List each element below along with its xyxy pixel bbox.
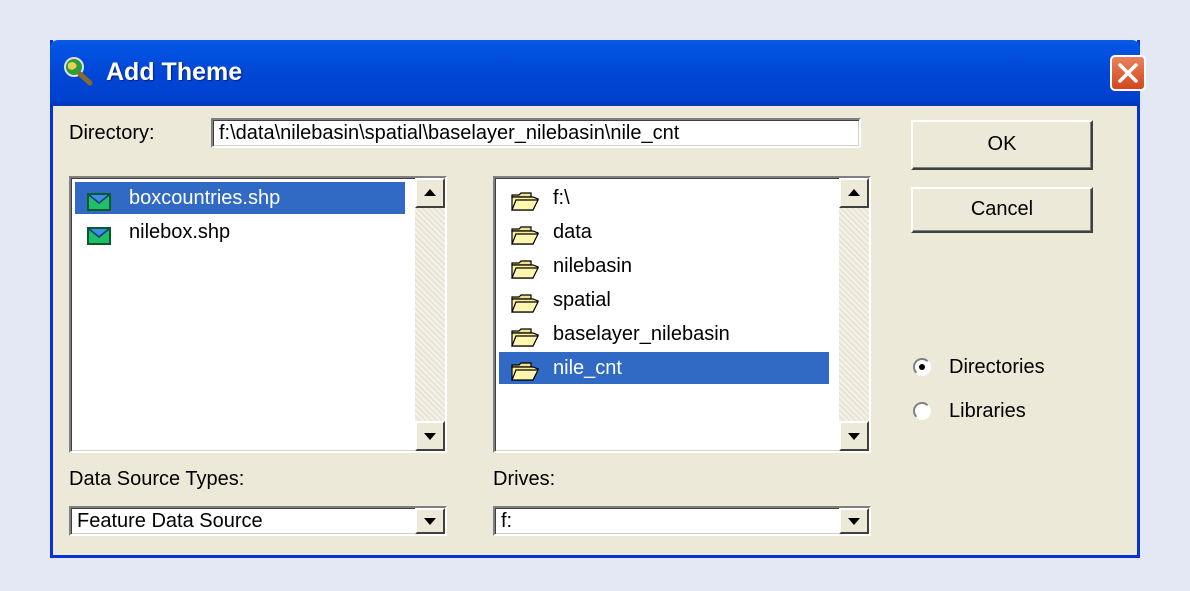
- scroll-down-button[interactable]: [415, 421, 445, 451]
- folder-list[interactable]: f:\ data nilebasin spatial baselayer_nil…: [493, 176, 871, 453]
- title-bar[interactable]: Add Theme: [50, 40, 1146, 106]
- drives-select[interactable]: f:: [493, 506, 871, 536]
- drives-value: f:: [501, 510, 513, 532]
- data-source-types-select[interactable]: Feature Data Source: [69, 506, 447, 536]
- file-item-label: nilebox.shp: [129, 221, 231, 243]
- cancel-button[interactable]: Cancel: [911, 187, 1093, 233]
- data-source-types-label: Data Source Types:: [69, 468, 245, 490]
- scroll-down-button[interactable]: [839, 421, 869, 451]
- directories-radio[interactable]: [913, 358, 931, 376]
- file-list-scrollbar[interactable]: [415, 178, 445, 451]
- libraries-label[interactable]: Libraries: [949, 400, 1026, 423]
- folder-list-scrollbar[interactable]: [839, 178, 869, 451]
- folder-item-data[interactable]: data: [499, 216, 829, 248]
- file-list[interactable]: boxcountries.shp nilebox.shp: [69, 176, 447, 453]
- shapefile-icon: [87, 223, 111, 255]
- directory-label: Directory:: [69, 122, 155, 144]
- add-theme-dialog: Add Theme Directory: f:\data\nilebasin\s…: [50, 40, 1146, 558]
- folder-item-label: nilebasin: [553, 255, 632, 277]
- dropdown-button[interactable]: [839, 508, 869, 534]
- folder-item-nilebasin[interactable]: nilebasin: [499, 250, 829, 282]
- file-item-boxcountries[interactable]: boxcountries.shp: [75, 182, 405, 214]
- folder-item-spatial[interactable]: spatial: [499, 284, 829, 316]
- dialog-title: Add Theme: [106, 58, 243, 86]
- scroll-up-button[interactable]: [415, 178, 445, 208]
- folder-item-label: data: [553, 221, 592, 243]
- ok-button[interactable]: OK: [911, 120, 1093, 170]
- folder-item-label: spatial: [553, 289, 611, 311]
- dropdown-button[interactable]: [415, 508, 445, 534]
- radio-selected-dot: [919, 364, 925, 370]
- folder-item-nile-cnt[interactable]: nile_cnt: [499, 352, 829, 384]
- drives-label: Drives:: [493, 468, 556, 490]
- folder-item-root[interactable]: f:\: [499, 182, 829, 214]
- file-item-nilebox[interactable]: nilebox.shp: [75, 216, 405, 248]
- directory-field[interactable]: f:\data\nilebasin\spatial\baselayer_nile…: [211, 118, 861, 148]
- magnifier-globe-icon: [62, 56, 94, 86]
- folder-item-label: nile_cnt: [553, 357, 622, 379]
- data-source-types-value: Feature Data Source: [77, 510, 263, 532]
- file-item-label: boxcountries.shp: [129, 187, 281, 209]
- scroll-up-button[interactable]: [839, 178, 869, 208]
- close-button[interactable]: [1110, 55, 1146, 91]
- directories-label[interactable]: Directories: [949, 356, 1045, 379]
- folder-item-label: f:\: [553, 187, 570, 209]
- libraries-radio[interactable]: [913, 402, 931, 420]
- folder-item-baselayer[interactable]: baselayer_nilebasin: [499, 318, 829, 350]
- open-folder-icon: [511, 359, 539, 391]
- folder-item-label: baselayer_nilebasin: [553, 323, 730, 345]
